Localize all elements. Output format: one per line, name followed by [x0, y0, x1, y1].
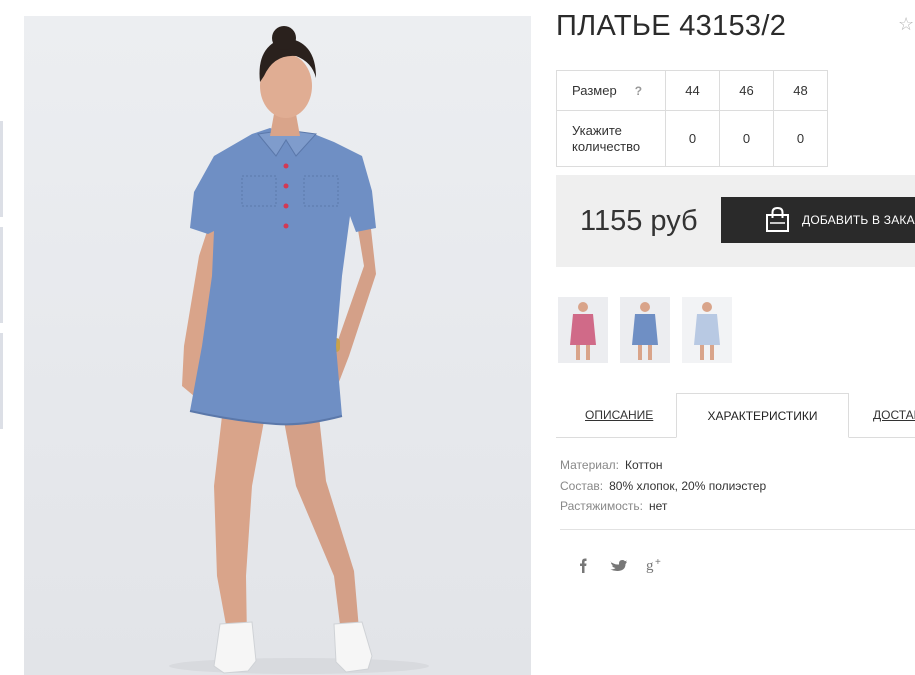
- size-help-icon[interactable]: ?: [635, 84, 642, 98]
- spec-key: Материал:: [560, 458, 619, 472]
- quantity-label: Укажите количество: [556, 110, 666, 167]
- color-variant-pink[interactable]: [558, 297, 608, 363]
- add-to-cart-label: ДОБАВИТЬ В ЗАКАЗ: [802, 213, 915, 227]
- spec-value: 80% хлопок, 20% полиэстер: [609, 478, 767, 493]
- spec-key: Состав:: [560, 478, 604, 493]
- quantity-input[interactable]: 0: [719, 110, 774, 167]
- svg-text:+: +: [655, 557, 661, 568]
- model-in-dress-image: [169, 26, 429, 674]
- size-label-cell: Размер?: [556, 70, 666, 111]
- product-title: ПЛАТЬЕ 43153/2: [556, 10, 787, 42]
- tab-characteristics[interactable]: ХАРАКТЕРИСТИКИ: [676, 393, 849, 438]
- spec-row: Растяжимость: нет: [560, 496, 766, 517]
- size-label: Размер: [572, 82, 617, 98]
- quantity-row: Укажите количество 0 0 0: [556, 110, 828, 167]
- size-row: Размер? 44 46 48: [556, 70, 828, 111]
- tab-description[interactable]: ОПИСАНИЕ: [585, 393, 653, 438]
- specs-list: Материал: Коттон Состав: 80% хлопок, 20% п…: [560, 455, 766, 517]
- color-variant-blue[interactable]: [620, 297, 670, 363]
- size-cell[interactable]: 48: [773, 70, 828, 111]
- quantity-input[interactable]: 0: [665, 110, 720, 167]
- size-cell[interactable]: 46: [719, 70, 774, 111]
- gallery-thumb-1[interactable]: [0, 121, 3, 217]
- star-outline-icon[interactable]: ☆: [898, 14, 914, 35]
- variant-thumbnail-light-blue: [682, 297, 732, 363]
- spec-row: Состав: 80% хлопок, 20% полиэстер: [560, 476, 766, 497]
- purchase-panel: 1155 руб ДОБАВИТЬ В ЗАКАЗ: [556, 175, 915, 267]
- size-cell[interactable]: 44: [665, 70, 720, 111]
- tab-delivery[interactable]: ДОСТАВКА: [873, 393, 915, 438]
- product-main-photo[interactable]: [24, 16, 531, 675]
- spec-value: Коттон: [624, 458, 663, 472]
- shopping-bag-icon: [766, 206, 789, 232]
- gallery-thumb-3[interactable]: [0, 333, 3, 429]
- size-quantity-table: Размер? 44 46 48 Укажите количество 0 0 …: [556, 70, 828, 167]
- twitter-icon[interactable]: [608, 556, 628, 574]
- variant-thumbnail-pink: [558, 297, 608, 363]
- color-variant-light-blue[interactable]: [682, 297, 732, 363]
- spec-key: Растяжимость:: [560, 499, 644, 513]
- price: 1155 руб: [580, 205, 698, 237]
- svg-text:g: g: [646, 558, 654, 574]
- gallery-thumb-2[interactable]: [0, 227, 3, 323]
- google-plus-icon[interactable]: g +: [645, 556, 665, 574]
- quantity-input[interactable]: 0: [773, 110, 828, 167]
- add-to-cart-button[interactable]: ДОБАВИТЬ В ЗАКАЗ: [721, 197, 915, 243]
- variant-thumbnail-blue: [620, 297, 670, 363]
- facebook-icon[interactable]: [573, 556, 593, 574]
- spec-value: нет: [649, 499, 668, 513]
- product-tabs: ОПИСАНИЕ ХАРАКТЕРИСТИКИ ДОСТАВКА: [556, 393, 915, 438]
- section-divider: [560, 529, 915, 530]
- spec-row: Материал: Коттон: [560, 455, 766, 476]
